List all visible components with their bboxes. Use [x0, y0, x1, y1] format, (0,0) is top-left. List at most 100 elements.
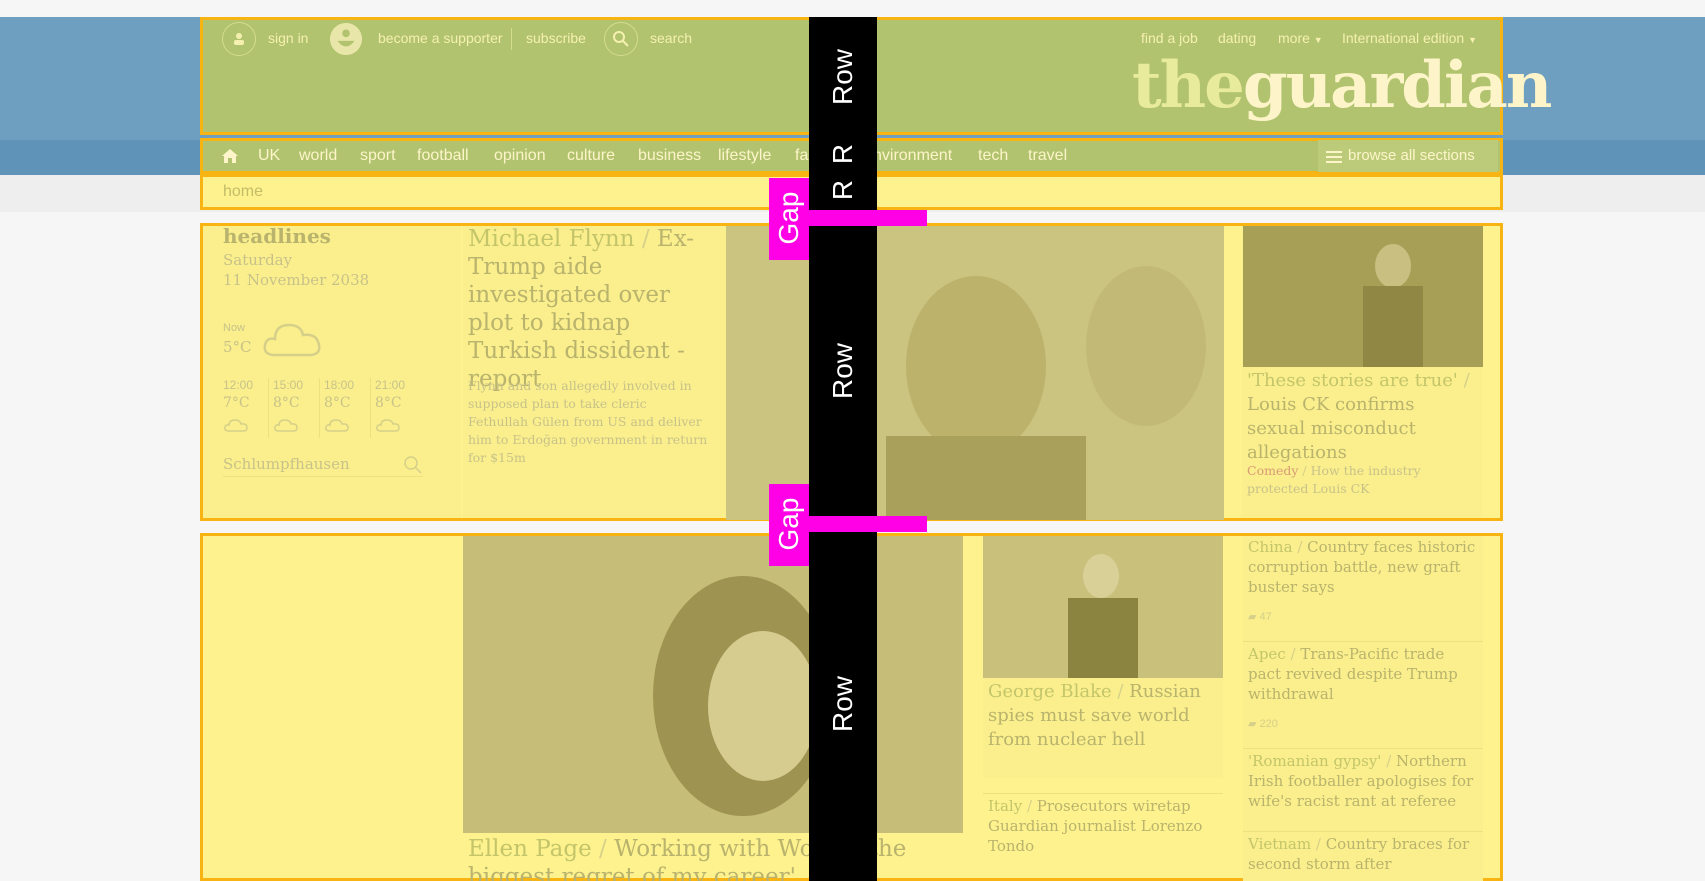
nav-item-world[interactable]: world [299, 147, 337, 165]
louis-image[interactable] [1243, 226, 1483, 367]
divider [511, 28, 512, 50]
list-item[interactable]: China / Country faces historic corruptio… [1248, 537, 1478, 597]
nav-item-opinion[interactable]: opinion [494, 147, 546, 165]
user-icon[interactable] [222, 22, 256, 56]
cloud-icon [261, 315, 325, 363]
forecast-time: 12:00 [223, 378, 254, 392]
blake-kicker: George Blake [988, 681, 1112, 702]
edition-label: International edition [1342, 30, 1465, 46]
gap-marker-line [809, 516, 927, 532]
divider [1243, 641, 1483, 642]
nav-item-environment[interactable]: nvironment [873, 147, 952, 165]
forecast-temp: 8°C [324, 395, 351, 411]
search-link[interactable]: search [650, 30, 692, 46]
divider [370, 378, 371, 438]
blake-headline[interactable]: George Blake / Russian spies must save w… [988, 680, 1218, 752]
ellen-image[interactable] [463, 536, 963, 833]
lead-headline[interactable]: Michael Flynn / Ex-Trump aide investigat… [468, 225, 718, 393]
more-menu[interactable]: more ▼ [1278, 30, 1323, 46]
list-kicker: Vietnam [1248, 835, 1312, 853]
cloud-icon [325, 419, 349, 432]
nav-item-culture[interactable]: culture [567, 147, 615, 165]
logo-guardian: guardian [1242, 48, 1553, 123]
cloud-icon [376, 419, 400, 432]
more-label: more [1278, 30, 1310, 46]
forecast-slot: 15:00 8°C [273, 378, 323, 437]
dating-link[interactable]: dating [1218, 30, 1256, 46]
list-item[interactable]: Apec / Trans-Pacific trade pact revived … [1248, 644, 1478, 704]
comment-count[interactable]: ▰ 47 [1248, 610, 1272, 623]
nav-item-football[interactable]: football [417, 147, 469, 165]
weather-date: 11 November 2038 [223, 271, 370, 289]
supporter-icon[interactable] [329, 22, 363, 56]
nav-item-business[interactable]: business [638, 147, 701, 165]
list-kicker: Apec [1248, 645, 1286, 663]
louis-kicker: 'These stories are true' [1247, 370, 1458, 391]
subscribe-link[interactable]: subscribe [526, 30, 586, 46]
gap-label: Gap [773, 191, 804, 245]
weather-now-label: Now [223, 322, 246, 334]
home-icon[interactable] [221, 147, 239, 169]
divider [1243, 748, 1483, 749]
lead-kicker: Michael Flynn [468, 226, 635, 252]
overlay-row-label: Row [827, 343, 858, 400]
ellen-headline[interactable]: Ellen Page / Working with Woody 'the big… [468, 835, 958, 881]
weather-now-temp: 5°C [223, 338, 252, 356]
nav-item-travel[interactable]: travel [1028, 147, 1067, 165]
divider [319, 378, 320, 438]
nav-item-uk[interactable]: UK [258, 147, 280, 165]
browse-all-button[interactable]: browse all sections [1318, 140, 1498, 172]
nav-item-sport[interactable]: sport [360, 147, 396, 165]
italy-kicker: Italy [988, 797, 1023, 815]
become-supporter-link[interactable]: become a supporter [378, 30, 503, 46]
list-item[interactable]: 'Romanian gypsy' / Northern Irish footba… [1248, 751, 1478, 811]
chevron-down-icon: ▼ [1468, 35, 1478, 45]
ellen-kicker: Ellen Page [468, 836, 592, 862]
comment-count[interactable]: ▰ 220 [1248, 717, 1278, 730]
forecast-temp: 8°C [375, 395, 402, 411]
weather-day: Saturday [223, 251, 293, 269]
forecast-strip: 12:00 7°C 15:00 8°C 18:00 8°C 21:00 8°C [223, 378, 451, 442]
comment-count-value: 47 [1259, 611, 1272, 623]
search-icon[interactable] [403, 455, 423, 479]
list-item[interactable]: Vietnam / Country braces for second stor… [1248, 834, 1478, 878]
search-icon[interactable] [604, 22, 638, 56]
cloud-icon [274, 419, 298, 432]
louis-headline[interactable]: 'These stories are true' / Louis CK conf… [1247, 369, 1477, 465]
comment-count-value: 220 [1259, 718, 1278, 730]
gap-marker-line [809, 210, 927, 226]
section-title: headlines [223, 224, 331, 248]
cloud-icon [224, 419, 248, 432]
sign-in-link[interactable]: sign in [268, 30, 308, 46]
forecast-time: 15:00 [273, 378, 304, 392]
forecast-slot: 21:00 8°C [375, 378, 425, 437]
divider [268, 378, 269, 438]
find-job-link[interactable]: find a job [1141, 30, 1198, 46]
breadcrumb-home[interactable]: home [223, 183, 263, 201]
gap-label: Gap [773, 497, 804, 551]
comedy-kicker: Comedy [1247, 463, 1299, 478]
comment-icon: ▰ [1248, 611, 1257, 623]
list-kicker: 'Romanian gypsy' [1248, 752, 1382, 770]
divider [1243, 831, 1483, 832]
louis-sub-link[interactable]: Comedy / How the industry protected Loui… [1247, 462, 1477, 498]
hamburger-icon [1326, 149, 1342, 168]
forecast-time: 21:00 [375, 378, 406, 392]
logo-the: the [1132, 48, 1245, 123]
overlay-row-label: Row [827, 676, 858, 733]
lead-standfirst: Flynn and son allegedly involved in supp… [468, 378, 708, 465]
italy-headline[interactable]: Italy / Prosecutors wiretap Guardian jou… [988, 796, 1218, 856]
nav-item-lifestyle[interactable]: lifestyle [718, 147, 771, 165]
overlay-row-label: Row [827, 49, 858, 106]
divider [983, 793, 1223, 794]
edition-menu[interactable]: International edition ▼ [1342, 30, 1477, 46]
weather-location[interactable]: Schlumpfhausen [223, 455, 350, 473]
nav-item-tech[interactable]: tech [978, 147, 1008, 165]
list-kicker: China [1248, 538, 1293, 556]
louis-title: Louis CK confirms sexual misconduct alle… [1247, 394, 1416, 463]
guardian-logo[interactable]: theguardian [1132, 48, 1553, 123]
nav-item-fashion[interactable]: fa [795, 147, 808, 165]
blake-image[interactable] [983, 536, 1223, 678]
gap-marker: Gap [769, 178, 809, 260]
lead-image[interactable] [726, 226, 1224, 520]
